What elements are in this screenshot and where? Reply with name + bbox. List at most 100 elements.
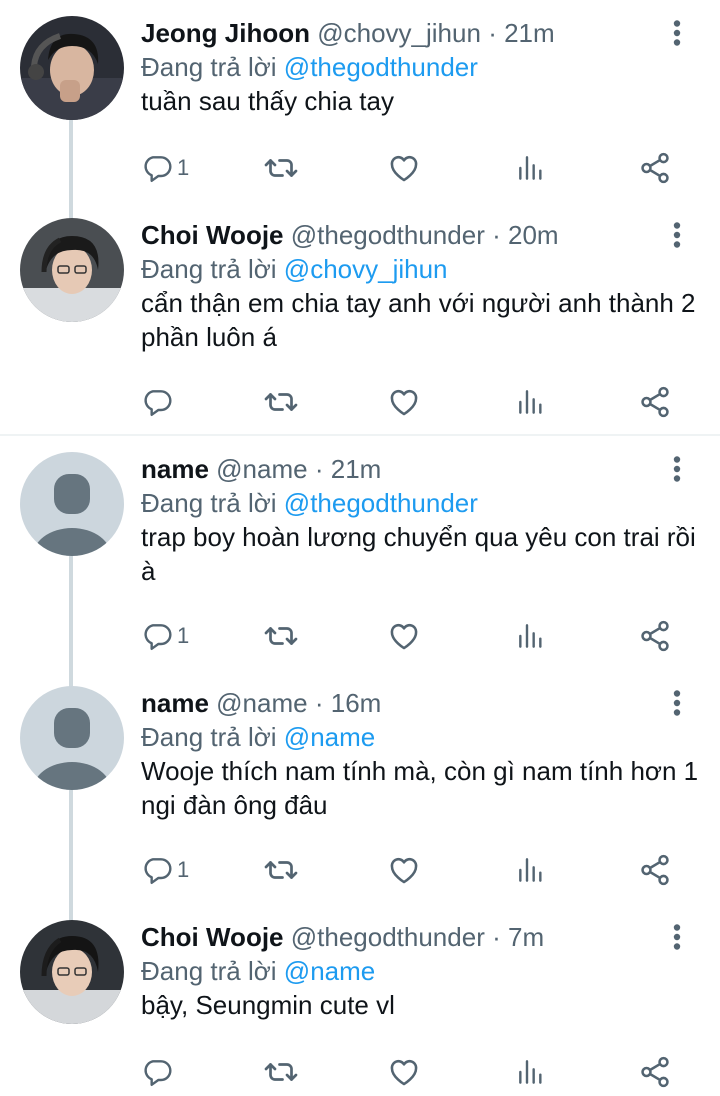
more-vertical-icon: [673, 456, 681, 482]
more-options-button[interactable]: [662, 454, 692, 484]
retweet-icon: [264, 1063, 298, 1081]
timestamp[interactable]: 20m: [508, 220, 559, 250]
tweet[interactable]: Choi Wooje @thegodthunder · 20m Đang trả…: [0, 218, 720, 434]
tweet-header: name @name · 21m: [141, 452, 381, 486]
tweet-header: Jeong Jihoon @chovy_jihun · 21m: [141, 16, 555, 50]
tweet[interactable]: name @name · 16m Đang trả lời @name Wooj…: [0, 686, 720, 922]
retweet-button[interactable]: [263, 616, 299, 656]
user-handle[interactable]: @name: [216, 454, 307, 484]
conversation-feed: Jeong Jihoon @chovy_jihun · 21m Đang trả…: [0, 0, 720, 1096]
separator: ·: [492, 922, 501, 952]
reply-count: 1: [177, 155, 190, 180]
like-button[interactable]: [387, 382, 421, 422]
replying-to-mention[interactable]: @chovy_jihun: [284, 254, 448, 284]
share-button[interactable]: [638, 148, 672, 188]
action-bar: 1: [0, 148, 720, 188]
tweet-header: Choi Wooje @thegodthunder · 20m: [141, 218, 559, 252]
reply-button[interactable]: 1: [141, 616, 189, 656]
share-icon: [641, 854, 669, 886]
display-name[interactable]: Choi Wooje: [141, 922, 284, 952]
more-vertical-icon: [673, 690, 681, 716]
replying-to-mention[interactable]: @thegodthunder: [284, 52, 478, 82]
replying-label: Đang trả lời: [141, 254, 277, 284]
separator: ·: [492, 220, 501, 250]
display-name[interactable]: Jeong Jihoon: [141, 18, 310, 48]
user-handle[interactable]: @thegodthunder: [291, 220, 485, 250]
action-bar: 1: [0, 850, 720, 890]
replying-label: Đang trả lời: [141, 52, 277, 82]
tweet[interactable]: Jeong Jihoon @chovy_jihun · 21m Đang trả…: [0, 16, 720, 220]
user-handle[interactable]: @thegodthunder: [291, 922, 485, 952]
retweet-button[interactable]: [263, 148, 299, 188]
replying-to-line: Đang trả lời @thegodthunder: [141, 486, 478, 520]
retweet-button[interactable]: [263, 1052, 299, 1092]
reply-button[interactable]: 1: [141, 850, 189, 890]
reply-button[interactable]: 1: [141, 148, 189, 188]
timestamp[interactable]: 21m: [504, 18, 555, 48]
display-name[interactable]: name: [141, 454, 209, 484]
views-button[interactable]: [515, 1052, 547, 1092]
share-icon: [641, 620, 669, 652]
avatar[interactable]: [20, 218, 124, 322]
like-button[interactable]: [387, 616, 421, 656]
reply-icon: [144, 156, 172, 182]
retweet-button[interactable]: [263, 850, 299, 890]
reply-icon: [144, 858, 172, 884]
views-button[interactable]: [515, 850, 547, 890]
tweet-text: Wooje thích nam tính mà, còn gì nam tính…: [141, 756, 699, 820]
retweet-icon: [264, 159, 298, 177]
share-button[interactable]: [638, 382, 672, 422]
share-icon: [641, 1056, 669, 1088]
tweet[interactable]: name @name · 21m Đang trả lời @thegodthu…: [0, 452, 720, 688]
tweet[interactable]: Choi Wooje @thegodthunder · 7m Đang trả …: [0, 920, 720, 1096]
more-options-button[interactable]: [662, 18, 692, 48]
separator: ·: [314, 454, 324, 484]
default-avatar-icon: [20, 686, 124, 790]
share-button[interactable]: [638, 850, 672, 890]
views-button[interactable]: [515, 382, 547, 422]
user-handle[interactable]: @name: [216, 688, 307, 718]
share-icon: [641, 152, 669, 184]
timestamp[interactable]: 7m: [508, 922, 544, 952]
retweet-button[interactable]: [263, 382, 299, 422]
action-bar: 1: [0, 616, 720, 656]
like-button[interactable]: [387, 1052, 421, 1092]
display-name[interactable]: name: [141, 688, 209, 718]
avatar[interactable]: [20, 920, 124, 1024]
heart-icon: [390, 857, 418, 884]
user-photo-avatar: [20, 16, 124, 120]
analytics-icon: [519, 156, 542, 180]
timestamp[interactable]: 16m: [331, 688, 382, 718]
reply-button[interactable]: [141, 1052, 177, 1092]
replying-label: Đang trả lời: [141, 488, 277, 518]
retweet-icon: [264, 627, 298, 645]
reply-button[interactable]: [141, 382, 177, 422]
user-handle[interactable]: @chovy_jihun: [317, 18, 481, 48]
replying-to-mention[interactable]: @name: [284, 722, 375, 752]
views-button[interactable]: [515, 148, 547, 188]
avatar[interactable]: [20, 686, 124, 790]
tweet-text: bậy, Seungmin cute vl: [141, 990, 395, 1020]
replying-to-mention[interactable]: @name: [284, 956, 375, 986]
more-options-button[interactable]: [662, 922, 692, 952]
user-photo-avatar: [20, 218, 124, 322]
like-button[interactable]: [387, 148, 421, 188]
avatar[interactable]: [20, 452, 124, 556]
more-options-button[interactable]: [662, 688, 692, 718]
analytics-icon: [519, 624, 542, 648]
share-button[interactable]: [638, 616, 672, 656]
default-avatar-icon: [20, 452, 124, 556]
analytics-icon: [519, 858, 542, 882]
replying-to-line: Đang trả lời @name: [141, 720, 375, 754]
more-vertical-icon: [673, 222, 681, 248]
share-icon: [641, 386, 669, 418]
more-options-button[interactable]: [662, 220, 692, 250]
avatar[interactable]: [20, 16, 124, 120]
timestamp[interactable]: 21m: [331, 454, 382, 484]
display-name[interactable]: Choi Wooje: [141, 220, 284, 250]
like-button[interactable]: [387, 850, 421, 890]
replying-to-mention[interactable]: @thegodthunder: [284, 488, 478, 518]
views-button[interactable]: [515, 616, 547, 656]
more-vertical-icon: [673, 924, 681, 950]
share-button[interactable]: [638, 1052, 672, 1092]
